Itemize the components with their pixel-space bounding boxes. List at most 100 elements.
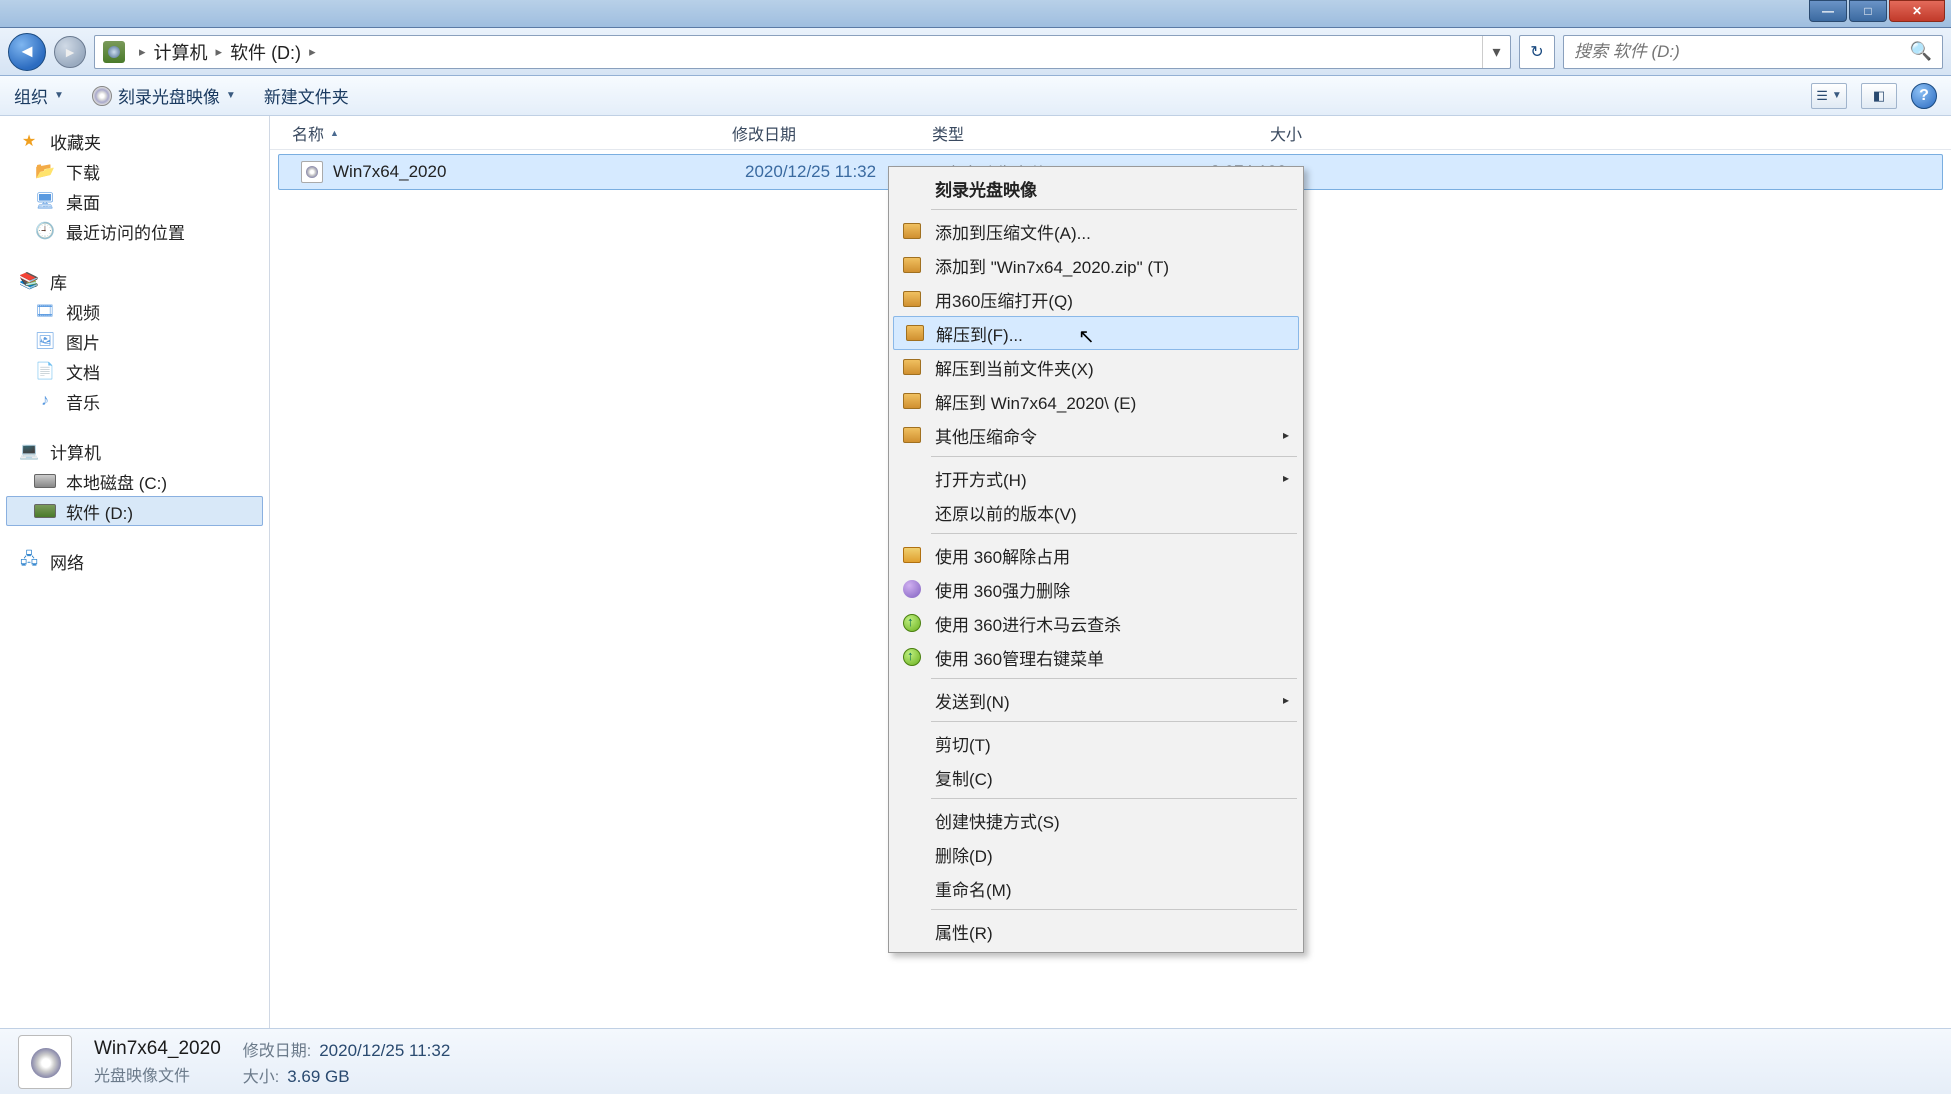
library-icon: 📚 — [18, 271, 40, 291]
new-folder-button[interactable]: 新建文件夹 — [264, 83, 349, 108]
new-folder-label: 新建文件夹 — [264, 83, 349, 108]
ctx-open-with-360zip[interactable]: 用360压缩打开(Q) — [891, 282, 1301, 316]
sidebar-recent[interactable]: 🕘最近访问的位置 — [0, 216, 269, 246]
sidebar-drive-c[interactable]: 本地磁盘 (C:) — [0, 466, 269, 496]
burn-label: 刻录光盘映像 — [118, 83, 220, 108]
submenu-arrow-icon: ▸ — [1283, 471, 1289, 485]
sidebar-favorites-header[interactable]: ★收藏夹 — [0, 126, 269, 156]
view-options-button[interactable]: ☰ ▼ — [1811, 83, 1847, 109]
nav-back-button[interactable]: ◄ — [8, 33, 46, 71]
window-maximize-button[interactable]: □ — [1849, 0, 1887, 22]
details-filetype: 光盘映像文件 — [94, 1062, 221, 1086]
ctx-send-to[interactable]: 发送到(N)▸ — [891, 683, 1301, 717]
network-icon: 🖧 — [18, 551, 40, 571]
sidebar-downloads[interactable]: 📂下载 — [0, 156, 269, 186]
star-icon: ★ — [18, 131, 40, 151]
column-name[interactable]: 名称▲ — [292, 121, 732, 145]
sidebar-videos[interactable]: 🎞视频 — [0, 296, 269, 326]
ctx-360-scan[interactable]: 使用 360进行木马云查杀 — [891, 606, 1301, 640]
ctx-create-shortcut[interactable]: 创建快捷方式(S) — [891, 803, 1301, 837]
ctx-extract-to-named[interactable]: 解压到 Win7x64_2020\ (E) — [891, 384, 1301, 418]
organize-menu[interactable]: 组织 ▼ — [14, 83, 64, 108]
chevron-right-icon: ▸ — [133, 44, 152, 60]
file-name: Win7x64_2020 — [333, 162, 745, 182]
sidebar-music[interactable]: ♪音乐 — [0, 386, 269, 416]
separator — [931, 678, 1297, 679]
window-close-button[interactable]: ✕ — [1889, 0, 1945, 22]
breadcrumb-folder[interactable]: 软件 (D:) — [228, 35, 303, 69]
iso-file-icon — [301, 161, 323, 183]
360-icon — [903, 614, 921, 632]
separator — [931, 456, 1297, 457]
360-icon — [903, 580, 921, 598]
separator — [931, 533, 1297, 534]
ctx-open-with[interactable]: 打开方式(H)▸ — [891, 461, 1301, 495]
context-menu: 刻录光盘映像 添加到压缩文件(A)... 添加到 "Win7x64_2020.z… — [888, 166, 1304, 953]
sidebar-desktop[interactable]: 🖥桌面 — [0, 186, 269, 216]
address-dropdown[interactable]: ▾ — [1482, 36, 1510, 68]
music-icon: ♪ — [34, 391, 56, 411]
window-minimize-button[interactable]: — — [1809, 0, 1847, 22]
sidebar-pictures[interactable]: 🖼图片 — [0, 326, 269, 356]
separator — [931, 798, 1297, 799]
column-headers: 名称▲ 修改日期 类型 大小 — [270, 116, 1951, 150]
ctx-360-force-delete[interactable]: 使用 360强力删除 — [891, 572, 1301, 606]
sidebar-network-header[interactable]: 🖧网络 — [0, 546, 269, 576]
search-box[interactable]: 🔍 — [1563, 35, 1943, 69]
help-button[interactable]: ? — [1911, 83, 1937, 109]
ctx-other-compress[interactable]: 其他压缩命令▸ — [891, 418, 1301, 452]
chevron-down-icon: ▼ — [54, 90, 64, 101]
column-size[interactable]: 大小 — [1132, 121, 1302, 145]
chevron-down-icon: ▼ — [226, 90, 236, 101]
360-icon — [903, 547, 921, 563]
ctx-360-unlock[interactable]: 使用 360解除占用 — [891, 538, 1301, 572]
search-input[interactable] — [1574, 42, 1910, 62]
nav-forward-button[interactable]: ► — [54, 36, 86, 68]
drive-icon — [34, 504, 56, 518]
360-icon — [903, 648, 921, 666]
refresh-button[interactable]: ↻ — [1519, 35, 1555, 69]
video-icon: 🎞 — [34, 301, 56, 321]
document-icon: 📄 — [34, 361, 56, 381]
recent-icon: 🕘 — [34, 221, 56, 241]
column-date[interactable]: 修改日期 — [732, 121, 932, 145]
ctx-copy[interactable]: 复制(C) — [891, 760, 1301, 794]
folder-icon: 📂 — [34, 161, 56, 181]
disc-icon — [92, 86, 112, 106]
desktop-icon: 🖥 — [34, 191, 56, 211]
ctx-burn-disc-image[interactable]: 刻录光盘映像 — [891, 171, 1301, 205]
separator — [931, 909, 1297, 910]
picture-icon: 🖼 — [34, 331, 56, 351]
sidebar-documents[interactable]: 📄文档 — [0, 356, 269, 386]
drive-icon — [34, 474, 56, 488]
ctx-extract-to[interactable]: 解压到(F)... — [893, 316, 1299, 350]
ctx-delete[interactable]: 删除(D) — [891, 837, 1301, 871]
ctx-restore-previous[interactable]: 还原以前的版本(V) — [891, 495, 1301, 529]
column-type[interactable]: 类型 — [932, 121, 1132, 145]
drive-icon — [103, 41, 125, 63]
ctx-360-manage-menu[interactable]: 使用 360管理右键菜单 — [891, 640, 1301, 674]
submenu-arrow-icon: ▸ — [1283, 428, 1289, 442]
iso-file-icon — [18, 1035, 72, 1089]
ctx-properties[interactable]: 属性(R) — [891, 914, 1301, 948]
window-titlebar: — □ ✕ — [0, 0, 1951, 28]
details-size-value: 3.69 GB — [287, 1067, 349, 1087]
ctx-add-to-zip[interactable]: 添加到 "Win7x64_2020.zip" (T) — [891, 248, 1301, 282]
chevron-right-icon: ▸ — [303, 44, 322, 60]
ctx-add-to-archive[interactable]: 添加到压缩文件(A)... — [891, 214, 1301, 248]
sidebar-computer-header[interactable]: 💻计算机 — [0, 436, 269, 466]
details-filename: Win7x64_2020 — [94, 1038, 221, 1060]
burn-disc-image-button[interactable]: 刻录光盘映像 ▼ — [92, 83, 236, 108]
address-bar[interactable]: ▸ 计算机 ▸ 软件 (D:) ▸ ▾ — [94, 35, 1511, 69]
command-bar: 组织 ▼ 刻录光盘映像 ▼ 新建文件夹 ☰ ▼ ◧ ? — [0, 76, 1951, 116]
navigation-bar: ◄ ► ▸ 计算机 ▸ 软件 (D:) ▸ ▾ ↻ 🔍 — [0, 28, 1951, 76]
details-date-value: 2020/12/25 11:32 — [319, 1041, 450, 1061]
preview-pane-button[interactable]: ◧ — [1861, 83, 1897, 109]
sidebar-drive-d[interactable]: 软件 (D:) — [6, 496, 263, 526]
ctx-cut[interactable]: 剪切(T) — [891, 726, 1301, 760]
ctx-rename[interactable]: 重命名(M) — [891, 871, 1301, 905]
ctx-extract-here[interactable]: 解压到当前文件夹(X) — [891, 350, 1301, 384]
breadcrumb-root[interactable]: 计算机 — [152, 35, 210, 69]
separator — [931, 721, 1297, 722]
sidebar-libraries-header[interactable]: 📚库 — [0, 266, 269, 296]
